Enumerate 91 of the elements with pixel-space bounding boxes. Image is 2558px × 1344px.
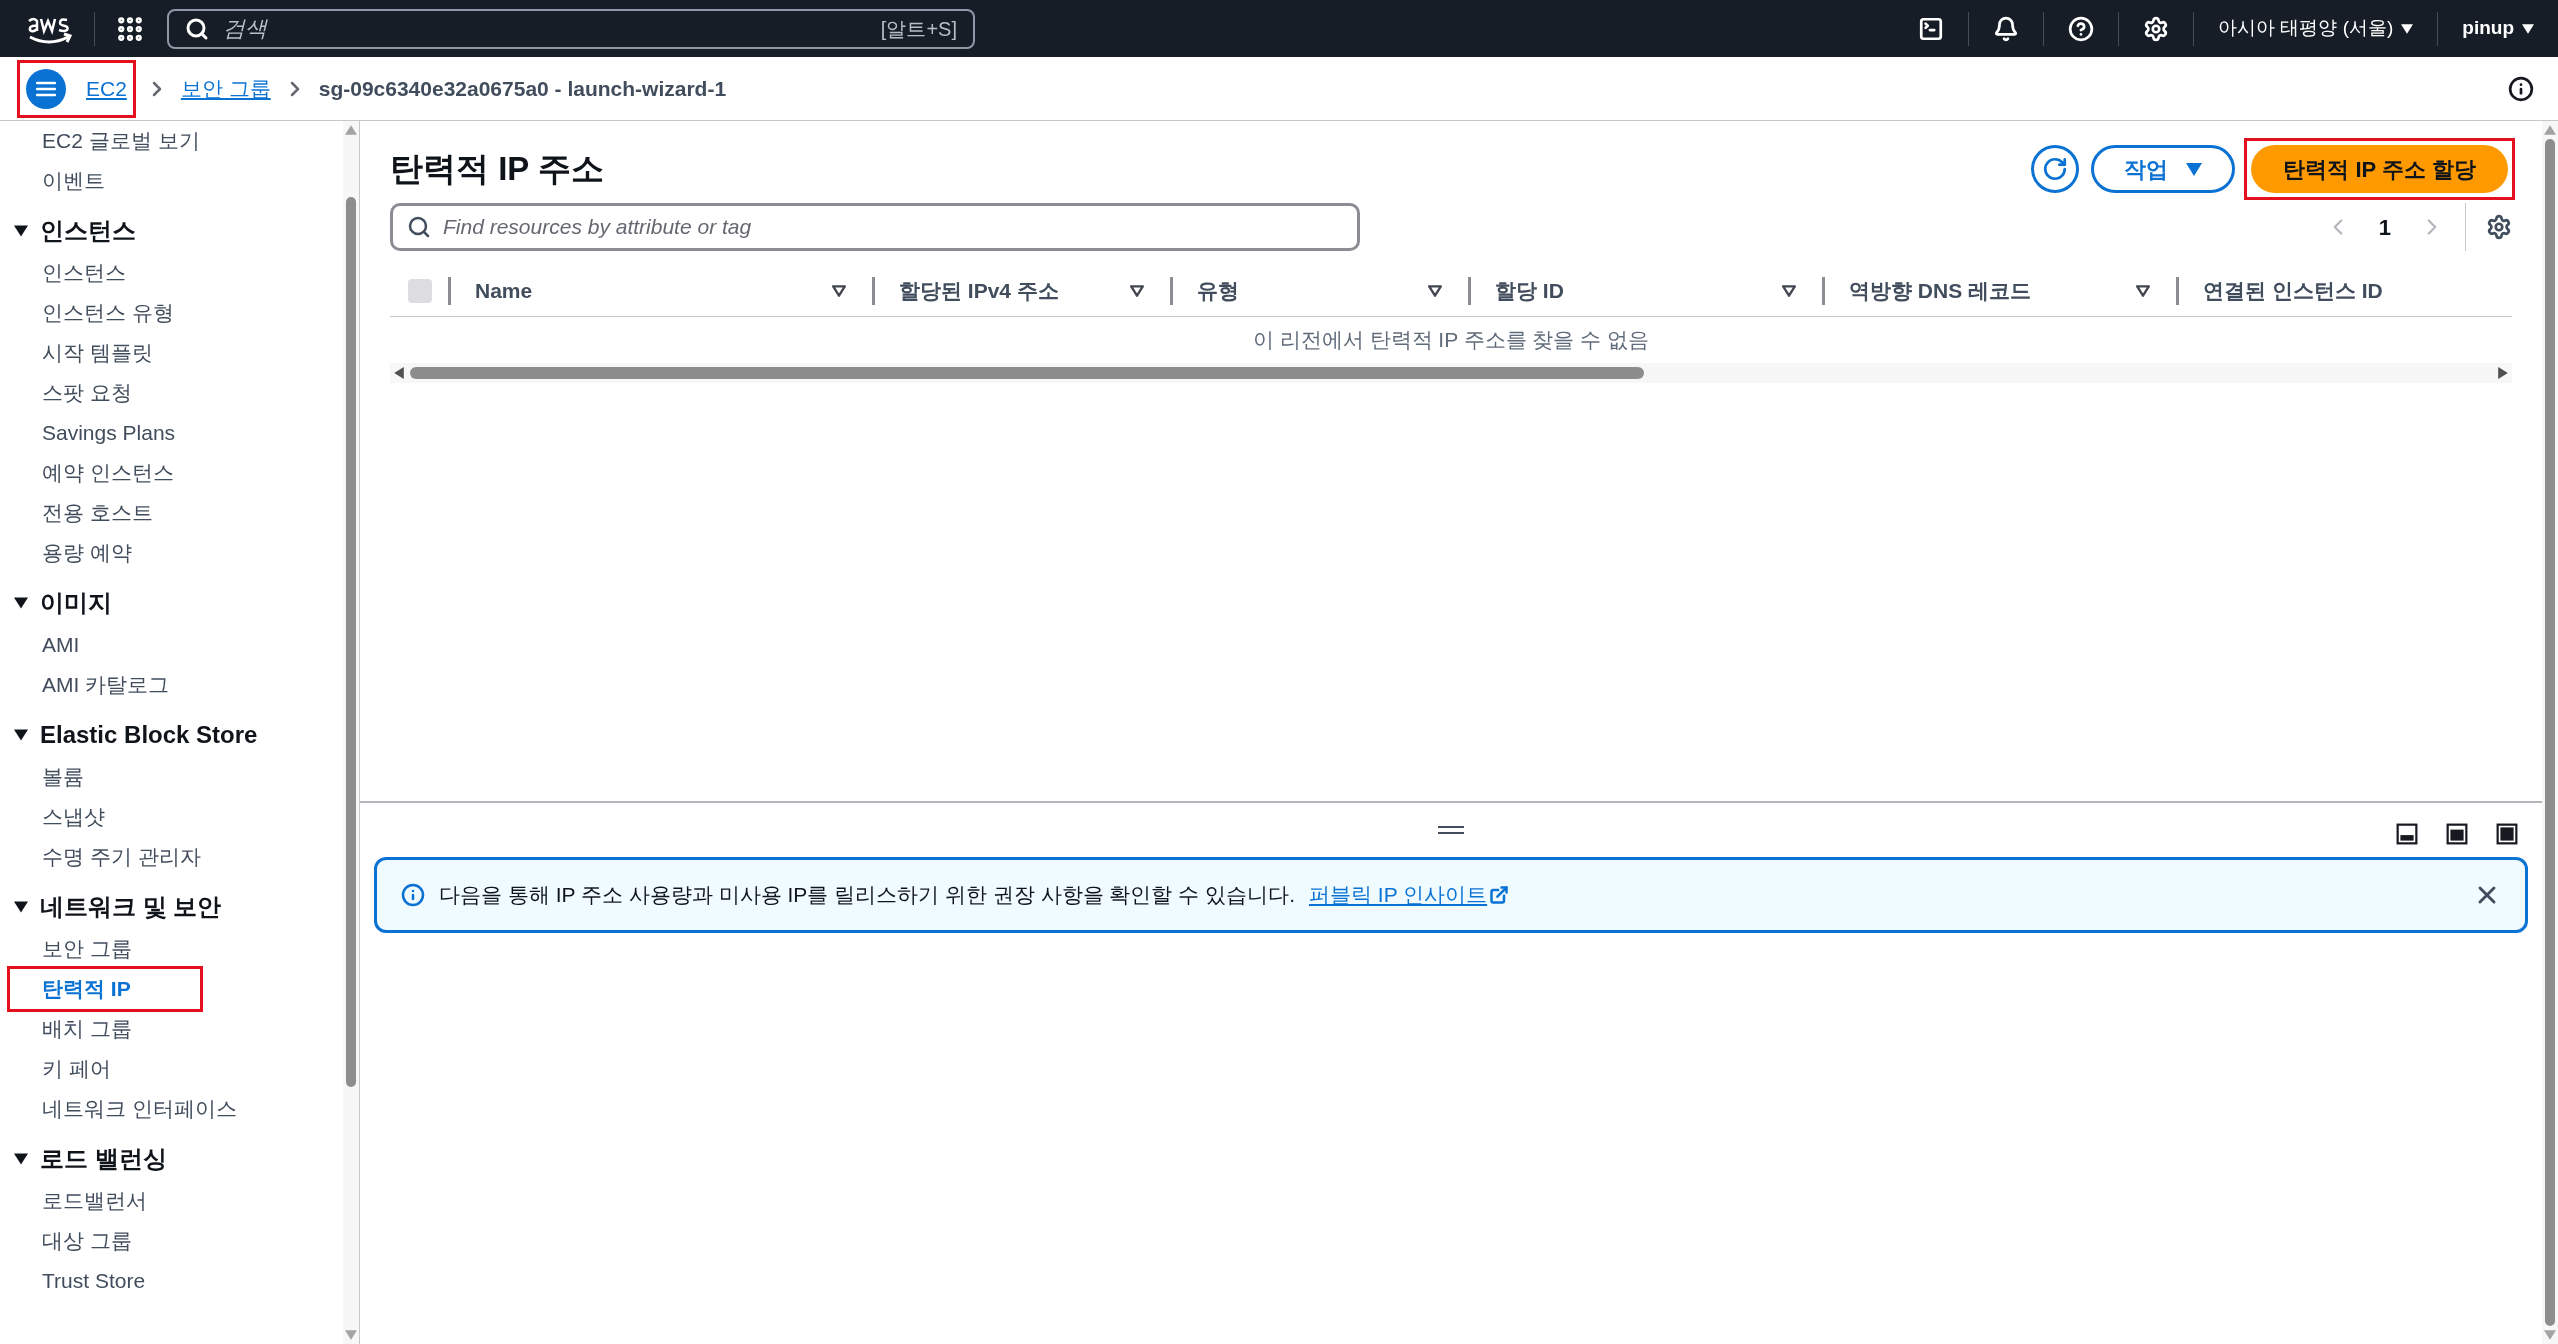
column-header[interactable]: 유형 bbox=[1173, 274, 1428, 307]
nav-item[interactable]: AMI bbox=[10, 625, 320, 665]
panel-layout-icon[interactable] bbox=[2446, 823, 2468, 845]
nav-item[interactable]: 수명 주기 관리자 bbox=[10, 837, 320, 877]
allocate-button[interactable]: 탄력적 IP 주소 할당 bbox=[2251, 145, 2508, 193]
nav-section-header[interactable]: Elastic Block Store bbox=[0, 713, 343, 757]
caret-icon bbox=[14, 901, 28, 913]
sort-icon[interactable] bbox=[1782, 284, 1796, 297]
column-header[interactable]: 할당 ID bbox=[1471, 274, 1782, 307]
caret-icon bbox=[2401, 22, 2414, 35]
refresh-button[interactable] bbox=[2031, 145, 2080, 193]
caret-icon bbox=[14, 1153, 28, 1165]
help-icon[interactable] bbox=[2068, 15, 2095, 42]
nav-item[interactable]: 네트워크 인터페이스 bbox=[10, 1089, 320, 1129]
search-icon bbox=[185, 16, 209, 41]
scroll-up-icon bbox=[345, 125, 357, 135]
filter-field[interactable]: Find resources by attribute or tag bbox=[390, 203, 1360, 251]
nav-item[interactable]: Trust Store bbox=[10, 1261, 320, 1301]
panel-layout-icon[interactable] bbox=[2396, 823, 2418, 845]
scrollbar[interactable] bbox=[343, 121, 359, 1344]
resize-handle-icon[interactable] bbox=[1438, 826, 1464, 834]
menu-icon bbox=[36, 80, 56, 97]
nav-item[interactable]: 볼륨 bbox=[10, 757, 320, 797]
caret-icon bbox=[14, 225, 28, 237]
nav-item[interactable]: 대상 그룹 bbox=[10, 1221, 320, 1261]
column-header[interactable]: 할당된 IPv4 주소 bbox=[875, 274, 1130, 307]
nav-section-header[interactable]: 인스턴스 bbox=[0, 209, 343, 253]
info-icon bbox=[401, 883, 425, 907]
breadcrumb-current: sg-09c6340e32a0675a0 - launch-wizard-1 bbox=[318, 75, 727, 102]
breadcrumb-link[interactable]: 보안 그룹 bbox=[180, 72, 271, 105]
scroll-down-icon bbox=[345, 1330, 357, 1340]
column-header[interactable]: 연결된 인스턴스 ID bbox=[2179, 274, 2512, 307]
scroll-right-icon bbox=[2498, 367, 2508, 379]
info-icon[interactable] bbox=[2508, 75, 2534, 102]
nav-item[interactable]: 탄력적 IP bbox=[10, 969, 200, 1009]
caret-icon bbox=[2522, 22, 2534, 35]
search-icon bbox=[407, 215, 431, 239]
column-header[interactable]: 역방향 DNS 레코드 bbox=[1825, 274, 2136, 307]
nav-section-header[interactable]: 로드 밸런싱 bbox=[0, 1137, 343, 1181]
nav-item[interactable]: 예약 인스턴스 bbox=[10, 453, 320, 493]
settings-icon[interactable] bbox=[2486, 214, 2512, 240]
nav-item[interactable]: AMI 카탈로그 bbox=[10, 665, 320, 705]
scroll-down-icon bbox=[2544, 1330, 2556, 1340]
sort-icon[interactable] bbox=[1130, 284, 1144, 297]
nav-item[interactable]: 시작 템플릿 bbox=[10, 333, 320, 373]
nav-item[interactable]: 로드밸런서 bbox=[10, 1181, 320, 1221]
page-title: 탄력적 IP 주소 bbox=[390, 149, 604, 190]
refresh-icon bbox=[2042, 156, 2069, 182]
sort-icon[interactable] bbox=[832, 284, 846, 297]
actions-button[interactable]: 작업 bbox=[2091, 145, 2236, 193]
nav-item[interactable]: 스냅샷 bbox=[10, 797, 320, 837]
region-menu[interactable]: 아시아 태평양 (서울) bbox=[2218, 14, 2414, 43]
search-input[interactable]: 검색 bbox=[223, 12, 867, 45]
caret-icon bbox=[14, 729, 28, 741]
scroll-up-icon bbox=[2544, 125, 2556, 135]
nav-item[interactable]: 용량 예약 bbox=[10, 533, 320, 573]
page-scrollbar[interactable] bbox=[2542, 121, 2558, 1344]
breadcrumb-link[interactable]: EC2 bbox=[86, 72, 127, 105]
terminal-icon[interactable] bbox=[1918, 15, 1945, 42]
column-header[interactable]: Name bbox=[451, 274, 832, 307]
caret-icon bbox=[2186, 162, 2203, 176]
filter-input[interactable]: Find resources by attribute or tag bbox=[443, 211, 1343, 243]
nav-item[interactable]: 인스턴스 유형 bbox=[10, 293, 320, 333]
insights-link[interactable]: 퍼블릭 IP 인사이트 bbox=[1309, 879, 1510, 911]
nav-item[interactable]: 전용 호스트 bbox=[10, 493, 320, 533]
search-field[interactable]: 검색 [알트+S] bbox=[167, 8, 975, 49]
shortcut-hint: [알트+S] bbox=[880, 16, 957, 42]
nav-section-header[interactable]: 이미지 bbox=[0, 581, 343, 625]
menu-button[interactable] bbox=[26, 68, 66, 109]
nav-item[interactable]: 이벤트 bbox=[10, 161, 320, 201]
nav-item[interactable]: 키 페어 bbox=[10, 1049, 320, 1089]
nav-item[interactable]: 스팟 요청 bbox=[10, 373, 320, 413]
nav-item[interactable]: 보안 그룹 bbox=[10, 929, 320, 969]
account-menu[interactable]: pinup bbox=[2462, 14, 2534, 43]
caret-icon bbox=[14, 597, 28, 609]
external-link-icon bbox=[1489, 885, 1510, 905]
nav-item[interactable]: Savings Plans bbox=[10, 413, 320, 453]
nav-item[interactable]: EC2 글로벌 보기 bbox=[10, 121, 320, 161]
nav-item[interactable]: 배치 그룹 bbox=[10, 1009, 320, 1049]
page-number[interactable]: 1 bbox=[2378, 210, 2391, 244]
bell-icon[interactable] bbox=[1993, 15, 2020, 42]
scroll-left-icon bbox=[394, 367, 404, 379]
banner-message: 다음을 통해 IP 주소 사용량과 미사용 IP를 릴리스하기 위한 권장 사항을 확인할 수 있습니다. bbox=[439, 882, 1295, 909]
sort-icon[interactable] bbox=[2136, 284, 2150, 297]
panel-layout-icon[interactable] bbox=[2496, 823, 2518, 845]
horizontal-scrollbar[interactable] bbox=[390, 363, 2512, 383]
nav-section-header[interactable]: 네트워크 및 보안 bbox=[0, 885, 343, 929]
settings-icon[interactable] bbox=[2143, 15, 2170, 42]
sort-icon[interactable] bbox=[1428, 284, 1442, 297]
empty-message: 이 리전에서 탄력적 IP 주소를 찾을 수 없음 bbox=[1252, 327, 1650, 354]
nav-item[interactable]: 인스턴스 bbox=[10, 253, 320, 293]
